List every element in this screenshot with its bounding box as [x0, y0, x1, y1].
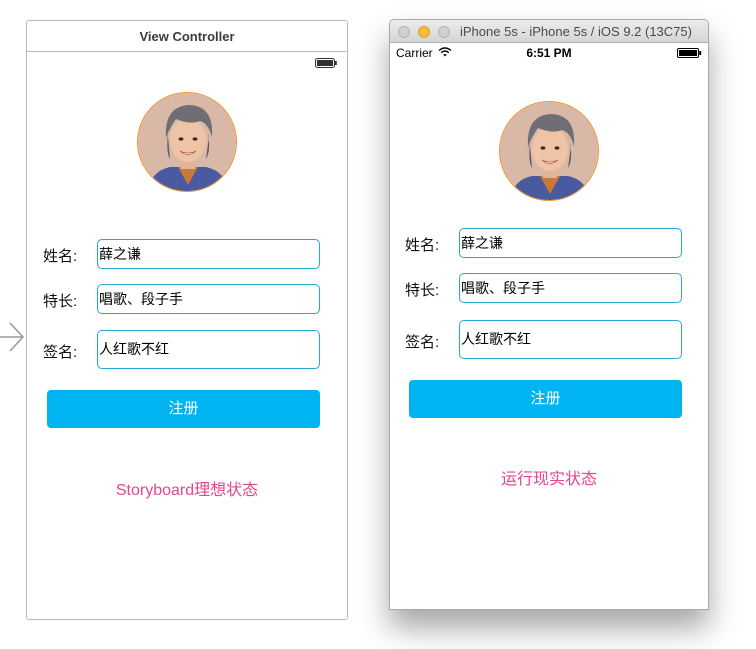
specialty-field[interactable]: 唱歌、段子手	[97, 284, 320, 314]
entry-arrow-icon	[0, 322, 25, 352]
signature-field[interactable]: 人红歌不红	[459, 320, 682, 359]
specialty-label: 特长:	[43, 293, 78, 310]
status-time: 6:51 PM	[526, 46, 572, 60]
signature-label: 签名:	[43, 344, 78, 361]
storyboard-canvas: 姓名: 薛之谦 特长: 唱歌、段子手 签名: 人红歌不红 注册 Storyboa…	[27, 52, 347, 619]
scene-title: View Controller	[27, 21, 347, 52]
name-label: 姓名:	[405, 237, 440, 254]
signature-field[interactable]: 人红歌不红	[97, 330, 320, 369]
close-window-icon[interactable]	[398, 26, 410, 38]
portrait-avatar	[138, 93, 236, 191]
specialty-field[interactable]: 唱歌、段子手	[459, 273, 682, 303]
simulator-titlebar[interactable]: iPhone 5s - iPhone 5s / iOS 9.2 (13C75)	[390, 20, 708, 43]
minimize-window-icon[interactable]	[418, 26, 430, 38]
maximize-window-icon[interactable]	[438, 26, 450, 38]
signature-label: 签名:	[405, 334, 440, 351]
simulator-title: iPhone 5s - iPhone 5s / iOS 9.2 (13C75)	[460, 24, 692, 39]
simulator-screen: Carrier 6:51 PM 姓名: 薛之谦 特长: 唱歌、段子手 签名: 人…	[390, 43, 708, 609]
battery-icon	[677, 48, 702, 58]
specialty-label: 特长:	[405, 282, 440, 299]
simulator-caption: 运行现实状态	[500, 471, 597, 488]
simulator-window: iPhone 5s - iPhone 5s / iOS 9.2 (13C75) …	[389, 19, 709, 610]
register-button[interactable]: 注册	[409, 380, 682, 418]
status-bar: Carrier 6:51 PM	[390, 43, 708, 63]
register-button[interactable]: 注册	[47, 390, 320, 428]
avatar	[499, 101, 599, 201]
name-field[interactable]: 薛之谦	[459, 228, 682, 258]
battery-icon	[315, 58, 337, 68]
name-label: 姓名:	[43, 248, 78, 265]
name-field[interactable]: 薛之谦	[97, 239, 320, 269]
avatar	[137, 92, 237, 192]
storyboard-caption: Storyboard理想状态	[115, 482, 259, 499]
storyboard-scene: View Controller 姓名: 薛之谦 特长: 唱歌、段子手 签名: 人…	[26, 20, 348, 620]
portrait-avatar	[500, 102, 598, 200]
